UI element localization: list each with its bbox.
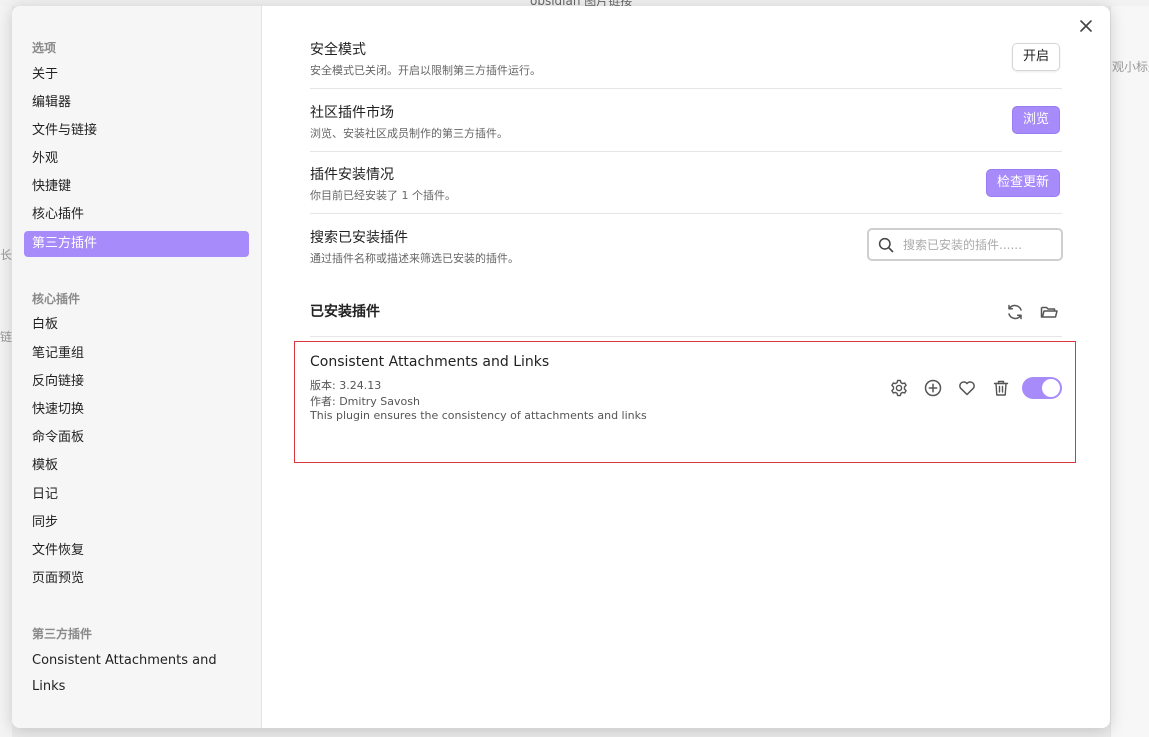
plugin-author: 作者: Dmitry Savosh xyxy=(310,395,420,408)
search-icon xyxy=(878,237,894,253)
plugin-version: 版本: 3.24.13 xyxy=(310,379,382,392)
sidebar-item-consistent-attachments[interactable]: Consistent Attachments and Links xyxy=(24,648,249,694)
sidebar-item-editor[interactable]: 编辑器 xyxy=(24,90,249,116)
plugin-name: Consistent Attachments and Links xyxy=(310,354,550,370)
setting-desc: 你目前已经安装了 1 个插件。 xyxy=(310,189,456,202)
browse-button[interactable]: 浏览 xyxy=(1012,106,1061,134)
background-left-hint-2: 链 xyxy=(0,330,13,344)
setting-name: 社区插件市场 xyxy=(310,105,394,121)
sidebar-item-daily-notes[interactable]: 日记 xyxy=(24,482,249,508)
background-left-pane xyxy=(0,6,12,737)
sidebar-item-note-composer[interactable]: 笔记重组 xyxy=(24,341,249,367)
trash-icon xyxy=(991,378,1011,398)
sidebar-item-hotkeys[interactable]: 快捷键 xyxy=(24,174,249,200)
sidebar-item-sync[interactable]: 同步 xyxy=(24,510,249,536)
gear-icon xyxy=(889,378,909,398)
plugin-favorite-button[interactable] xyxy=(957,378,977,398)
setting-desc: 安全模式已关闭。开启以限制第三方插件运行。 xyxy=(310,64,541,77)
sidebar-item-appearance[interactable]: 外观 xyxy=(24,146,249,172)
setting-desc: 浏览、安装社区成员制作的第三方插件。 xyxy=(310,127,508,140)
sidebar-item-backlinks[interactable]: 反向链接 xyxy=(24,369,249,395)
search-box xyxy=(867,228,1063,261)
settings-modal: 选项 关于 编辑器 文件与链接 外观 快捷键 核心插件 第三方插件 核心插件 白… xyxy=(12,6,1110,728)
sidebar-item-canvas[interactable]: 白板 xyxy=(24,312,249,338)
search-installed-input[interactable] xyxy=(903,236,1053,254)
sidebar-item-files-links[interactable]: 文件与链接 xyxy=(24,118,249,144)
plugin-card: Consistent Attachments and Links 版本: 3.2… xyxy=(294,341,1076,463)
plus-circle-icon xyxy=(923,378,943,398)
background-right-pane xyxy=(1110,6,1149,737)
plugin-enable-toggle[interactable] xyxy=(1022,377,1062,399)
setting-name: 安全模式 xyxy=(310,42,366,58)
folder-icon xyxy=(1039,302,1059,322)
sidebar-item-page-preview[interactable]: 页面预览 xyxy=(24,566,249,592)
close-icon xyxy=(1079,19,1093,33)
plugin-uninstall-button[interactable] xyxy=(991,378,1011,398)
setting-safe-mode: 安全模式 安全模式已关闭。开启以限制第三方插件运行。 xyxy=(310,30,1062,89)
heart-icon xyxy=(957,378,977,398)
sidebar-group-core: 核心插件 xyxy=(32,292,81,306)
setting-name: 插件安装情况 xyxy=(310,167,394,183)
installed-plugins-heading: 已安装插件 xyxy=(310,304,380,320)
plugin-hotkeys-button[interactable] xyxy=(923,378,943,398)
setting-name: 搜索已安装插件 xyxy=(310,230,408,246)
setting-installed-status: 插件安装情况 你目前已经安装了 1 个插件。 xyxy=(310,152,1062,214)
sidebar-item-command-palette[interactable]: 命令面板 xyxy=(24,425,249,451)
sidebar-item-quick-switcher[interactable]: 快速切换 xyxy=(24,397,249,423)
sidebar-item-core-plugins[interactable]: 核心插件 xyxy=(24,202,249,228)
heading-divider xyxy=(310,336,1062,337)
reload-plugins-button[interactable] xyxy=(1005,302,1025,322)
background-left-hint-1: 长 xyxy=(0,248,13,262)
background-right-hint: 观小标题 xyxy=(1112,60,1149,74)
toggle-knob xyxy=(1042,379,1060,397)
check-updates-button[interactable]: 检查更新 xyxy=(986,169,1061,197)
close-button[interactable] xyxy=(1076,16,1096,36)
reload-icon xyxy=(1005,302,1025,322)
plugin-description: This plugin ensures the consistency of a… xyxy=(310,409,647,422)
sidebar-item-file-recovery[interactable]: 文件恢复 xyxy=(24,538,249,564)
setting-desc: 通过插件名称或描述来筛选已安装的插件。 xyxy=(310,252,519,265)
sidebar-item-about[interactable]: 关于 xyxy=(24,62,249,88)
sidebar-item-community-plugins[interactable]: 第三方插件 xyxy=(24,231,249,257)
plugin-settings-button[interactable] xyxy=(889,378,909,398)
sidebar-group-community: 第三方插件 xyxy=(32,627,93,641)
settings-sidebar: 选项 关于 编辑器 文件与链接 外观 快捷键 核心插件 第三方插件 核心插件 白… xyxy=(12,6,262,728)
sidebar-item-templates[interactable]: 模板 xyxy=(24,453,249,479)
sidebar-group-options: 选项 xyxy=(32,41,57,55)
setting-community-market: 社区插件市场 浏览、安装社区成员制作的第三方插件。 xyxy=(310,89,1062,152)
safe-mode-button[interactable]: 开启 xyxy=(1012,43,1061,71)
open-plugins-folder-button[interactable] xyxy=(1039,302,1059,322)
